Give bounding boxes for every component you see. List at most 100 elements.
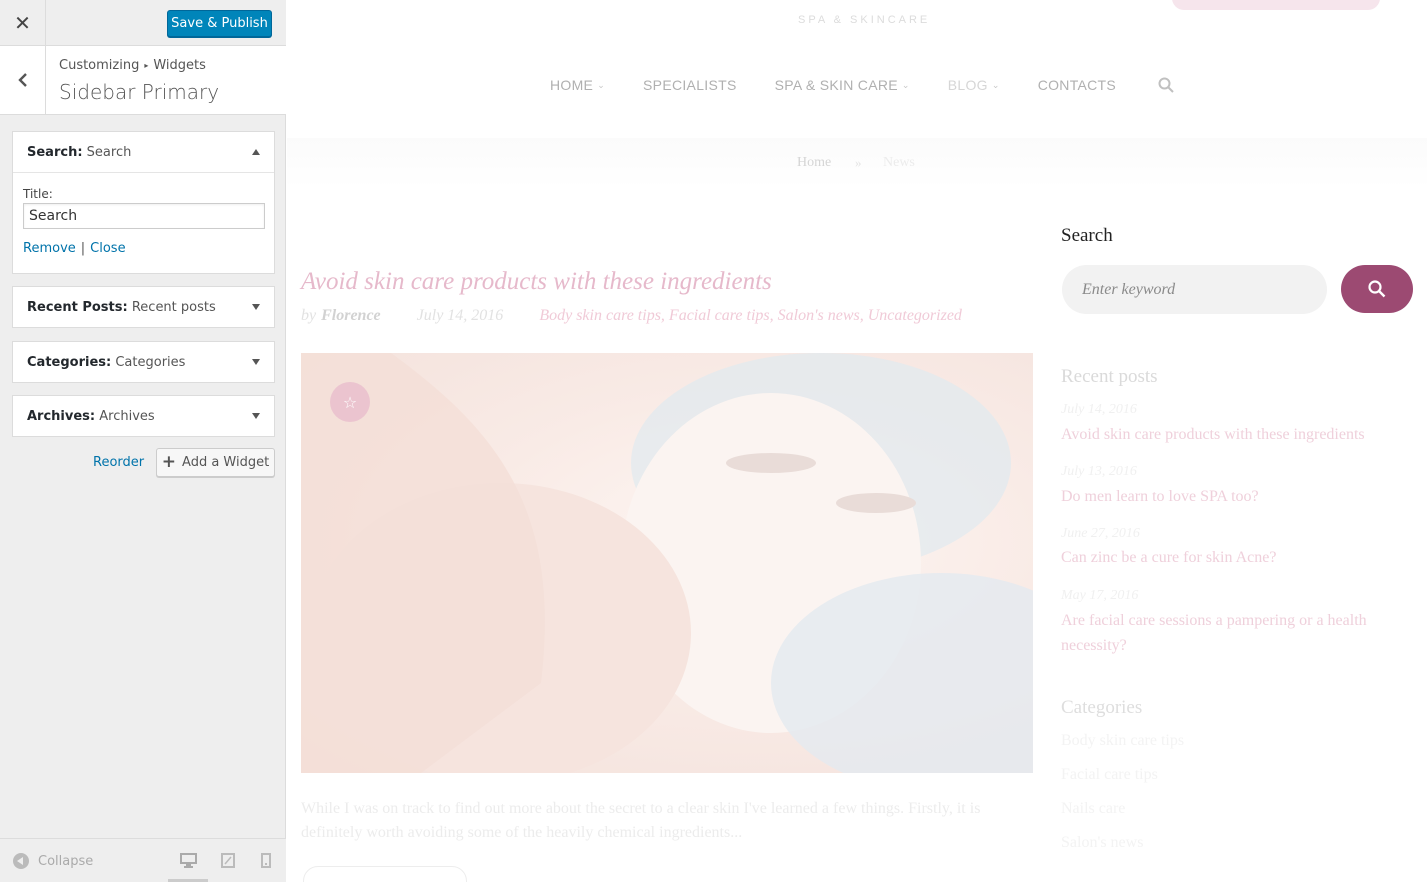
expand-arrow-icon[interactable]: [252, 413, 260, 419]
widget-categories-header[interactable]: Categories: Categories: [13, 342, 274, 382]
tablet-preview-icon[interactable]: [221, 853, 235, 868]
sidebar-search-input[interactable]: [1062, 265, 1327, 314]
widget-search-header[interactable]: Search: Search: [13, 132, 274, 173]
customizer-panel: ✕ Save & Publish Customizing ▸ Widgets Sid…: [0, 0, 286, 882]
featured-star-badge[interactable]: ☆: [330, 382, 370, 422]
chevron-down-icon: ⌄: [991, 79, 1000, 90]
post-author-link[interactable]: Florence: [321, 307, 381, 325]
category-link[interactable]: Facial care tips: [1061, 766, 1158, 784]
back-button[interactable]: [0, 46, 46, 114]
reorder-link[interactable]: Reorder: [93, 455, 144, 470]
widget-recent-posts-header[interactable]: Recent Posts: Recent posts: [13, 287, 274, 327]
recent-post-date: June 27, 2016: [1061, 526, 1140, 541]
post-categories[interactable]: Body skin care tips, Facial care tips, S…: [539, 307, 962, 325]
category-link[interactable]: Body skin care tips: [1061, 732, 1184, 750]
collapse-arrow-icon[interactable]: [252, 149, 260, 155]
widget-recent-posts[interactable]: Recent Posts: Recent posts: [12, 286, 275, 328]
save-publish-button[interactable]: Save & Publish: [167, 10, 272, 37]
breadcrumb-separator: »: [855, 155, 862, 170]
collapse-button[interactable]: Collapse: [13, 853, 93, 869]
widget-title: Categories: [115, 354, 186, 370]
desktop-preview-icon[interactable]: [180, 853, 197, 868]
recent-posts-title: Recent posts: [1061, 366, 1158, 387]
collapse-label: Collapse: [38, 853, 94, 869]
widget-search: Search: Search Title: Remove | Close: [12, 131, 275, 274]
widget-title: Search: [86, 144, 132, 160]
section-header: Customizing ▸ Widgets Sidebar Primary: [0, 46, 286, 115]
expand-arrow-icon[interactable]: [252, 359, 260, 365]
post-title-link[interactable]: Avoid skin care products with these ingr…: [301, 268, 772, 296]
recent-post-date: May 17, 2016: [1061, 588, 1139, 603]
actions-separator: |: [80, 241, 86, 256]
recent-post-date: July 13, 2016: [1061, 464, 1137, 479]
post-by: by: [301, 307, 317, 324]
chevron-down-icon: ⌄: [597, 79, 606, 90]
widget-search-form: Title: Remove | Close: [13, 173, 274, 266]
plus-icon: +: [161, 451, 177, 472]
recent-post-link[interactable]: Do men learn to love SPA too?: [1061, 484, 1406, 509]
categories-title: Categories: [1061, 697, 1143, 718]
sidebar-search-button[interactable]: [1341, 265, 1413, 313]
category-link[interactable]: Salon's news: [1061, 834, 1143, 852]
widget-type: Categories: [27, 354, 107, 370]
category-link[interactable]: Nails care: [1061, 800, 1125, 818]
post-date: July 14, 2016: [416, 307, 504, 324]
featured-image-illustration: [301, 353, 1033, 773]
breadcrumb-root: Customizing: [59, 58, 140, 73]
back-arrow-icon: [17, 73, 27, 87]
widget-title-input[interactable]: [23, 203, 265, 229]
widget-archives-header[interactable]: Archives: Archives: [13, 396, 274, 436]
remove-widget-link[interactable]: Remove: [23, 241, 76, 256]
read-more-button[interactable]: [303, 866, 467, 882]
search-icon[interactable]: [1158, 77, 1174, 93]
add-widget-label: Add a Widget: [182, 455, 270, 470]
widget-type: Archives: [27, 408, 90, 424]
nav-label: BLOG: [947, 77, 988, 93]
nav-item-contacts[interactable]: CONTACTS: [1038, 77, 1116, 93]
widget-categories[interactable]: Categories: Categories: [12, 341, 275, 383]
search-icon: [1368, 280, 1386, 298]
logo-subtitle: SPA & SKINCARE: [798, 14, 931, 26]
star-icon: ☆: [342, 392, 358, 412]
close-icon: ✕: [14, 11, 31, 35]
header-button[interactable]: [1172, 0, 1380, 10]
sidebar-search-title: Search: [1061, 225, 1113, 246]
nav-item-home[interactable]: HOME ⌄: [550, 77, 605, 93]
post-excerpt: While I was on track to find out more ab…: [301, 800, 981, 841]
breadcrumb-current: News: [883, 155, 915, 170]
breadcrumb: Customizing ▸ Widgets: [59, 58, 206, 73]
post-featured-image[interactable]: ☆: [301, 353, 1033, 773]
nav-item-spa-skin-care[interactable]: SPA & SKIN CARE ⌄: [775, 77, 910, 93]
breadcrumb-home-link[interactable]: Home: [797, 155, 831, 171]
add-widget-button[interactable]: + Add a Widget: [156, 448, 275, 477]
widget-archives[interactable]: Archives: Archives: [12, 395, 275, 437]
widget-title: Recent posts: [131, 299, 216, 315]
widget-title: Archives: [99, 408, 155, 424]
panel-title: Sidebar Primary: [59, 80, 220, 104]
customizer-header: ✕ Save & Publish: [0, 0, 286, 46]
mobile-preview-icon[interactable]: [261, 853, 271, 868]
widget-actions: Remove | Close: [23, 241, 264, 256]
main-nav: HOME ⌄ SPECIALISTS SPA & SKIN CARE ⌄ BLOG ⌄…: [550, 77, 1154, 93]
widget-type: Recent Posts: [27, 299, 123, 315]
nav-label: SPA & SKIN CARE: [774, 77, 898, 93]
recent-post-link[interactable]: Avoid skin care products with these ingr…: [1061, 422, 1406, 447]
breadcrumb-separator-icon: ▸: [144, 61, 149, 70]
nav-item-specialists[interactable]: SPECIALISTS: [643, 77, 737, 93]
close-widget-link[interactable]: Close: [90, 241, 125, 256]
breadcrumb-current: Widgets: [153, 58, 206, 73]
chevron-down-icon: ⌄: [901, 79, 910, 90]
post-meta: by Florence July 14, 2016 Body skin care…: [301, 307, 962, 325]
title-label: Title:: [23, 187, 53, 201]
collapse-icon: [13, 853, 29, 869]
expand-arrow-icon[interactable]: [252, 304, 260, 310]
widget-type: Search: [27, 144, 78, 160]
site-preview: SPA & SKINCARE HOME ⌄ SPECIALISTS SPA & S…: [287, 0, 1427, 882]
recent-post-link[interactable]: Are facial care sessions a pampering or …: [1061, 608, 1406, 658]
nav-item-blog[interactable]: BLOG ⌄: [948, 77, 1000, 93]
nav-label: HOME: [550, 77, 594, 93]
recent-post-date: July 14, 2016: [1061, 402, 1137, 417]
nav-label: CONTACTS: [1037, 77, 1117, 93]
close-customizer-button[interactable]: ✕: [0, 0, 46, 46]
recent-post-link[interactable]: Can zinc be a cure for skin Acne?: [1061, 545, 1406, 570]
